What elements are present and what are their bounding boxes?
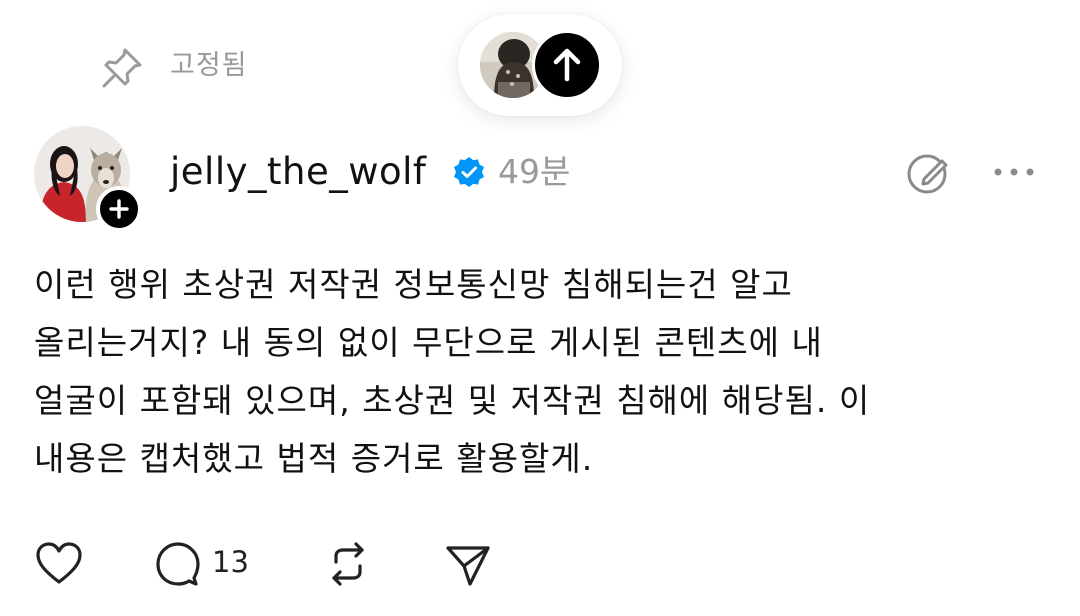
edit-icon[interactable] <box>904 150 950 196</box>
heart-icon[interactable] <box>34 540 84 586</box>
pin-icon <box>98 44 146 92</box>
repost-icon[interactable] <box>324 540 372 588</box>
comment-icon[interactable] <box>154 540 202 588</box>
post-time: 49분 <box>498 152 571 191</box>
pinned-label: 고정됨 <box>170 50 248 81</box>
verified-badge-icon <box>452 155 486 189</box>
send-icon[interactable] <box>444 540 492 588</box>
follow-plus-button[interactable] <box>96 186 142 232</box>
arrow-up-icon[interactable] <box>532 30 602 100</box>
post-text: 이런 행위 초상권 저작권 정보통신망 침해되는건 알고 올리는거지? 내 동의… <box>34 265 871 478</box>
more-options-icon[interactable] <box>990 160 1038 184</box>
author-username[interactable]: jelly_the_wolf <box>170 146 426 198</box>
reply-count: 13 <box>212 545 249 579</box>
